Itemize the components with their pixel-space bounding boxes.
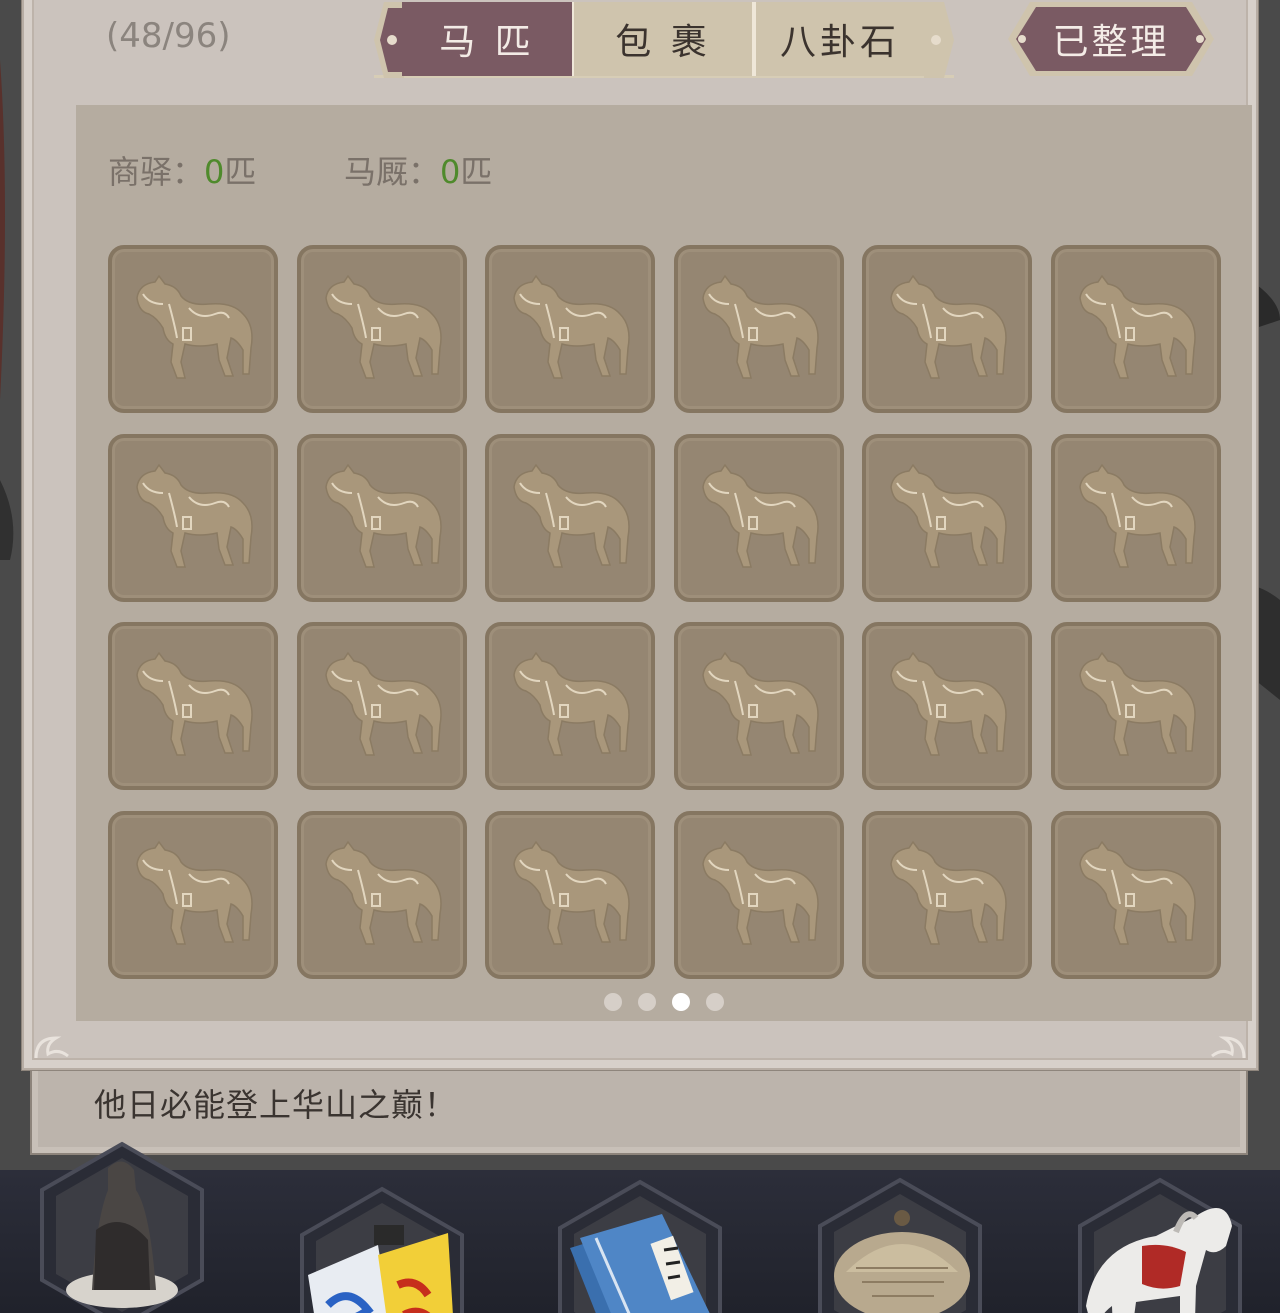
horse-silhouette-icon — [324, 840, 442, 945]
stat-post-station: 商驿：0匹 — [108, 147, 256, 193]
horse-silhouette-icon — [513, 840, 630, 945]
tab-bar-left-ornament — [374, 2, 404, 78]
inventory-slot[interactable] — [296, 622, 467, 790]
stat-stable: 马厩：0匹 — [344, 147, 492, 193]
inventory-slot[interactable] — [108, 810, 278, 979]
stat-stable-value: 0 — [440, 153, 461, 191]
inventory-slot[interactable] — [296, 433, 467, 602]
stat-post-station-value: 0 — [204, 153, 225, 191]
straw-hat-icon — [818, 1177, 982, 1313]
horse-silhouette-icon — [702, 840, 819, 945]
inventory-slot[interactable] — [1051, 622, 1221, 790]
horse-silhouette-icon — [1079, 651, 1196, 756]
horse-silhouette-icon — [1079, 274, 1196, 379]
horse-silhouette-icon — [136, 651, 253, 756]
tab-bagua-stone-label: 八卦石 — [779, 22, 900, 63]
inventory-slot[interactable] — [296, 245, 467, 413]
page-dot-2[interactable] — [638, 993, 656, 1011]
martial-books-icon — [558, 1179, 722, 1313]
nav-martial-books-button[interactable] — [556, 1178, 724, 1313]
horse-silhouette-icon — [1079, 463, 1196, 568]
inventory-slot[interactable] — [862, 622, 1033, 790]
inventory-slot[interactable] — [862, 433, 1033, 602]
tab-bagua-stone[interactable]: 八卦石 — [754, 2, 926, 76]
page-dot-3[interactable] — [672, 993, 690, 1011]
horse-silhouette-icon — [1079, 840, 1196, 945]
inventory-slot[interactable] — [862, 245, 1033, 413]
inventory-slot[interactable] — [673, 245, 844, 413]
inventory-slot[interactable] — [1051, 245, 1221, 413]
sort-button[interactable]: 已整理 — [1008, 2, 1214, 76]
inventory-slot[interactable] — [108, 245, 278, 413]
horse-silhouette-icon — [136, 840, 253, 945]
tab-bar-right-ornament — [924, 2, 954, 78]
horse-silhouette-icon — [890, 274, 1008, 379]
sort-button-label: 已整理 — [1052, 22, 1170, 63]
inventory-slot[interactable] — [296, 810, 467, 979]
inventory-slot[interactable] — [485, 433, 656, 602]
inventory-slot[interactable] — [673, 622, 844, 790]
horse-silhouette-icon — [890, 463, 1008, 568]
inventory-slot[interactable] — [108, 433, 278, 602]
inventory-grid-area: 商驿：0匹 马厩：0匹 — [76, 105, 1252, 1021]
page-dot-1[interactable] — [604, 993, 622, 1011]
nav-character-button[interactable] — [38, 1140, 206, 1313]
capacity-count: (48/96) — [106, 16, 231, 56]
stat-stable-unit: 匹 — [460, 153, 493, 191]
tab-package[interactable]: 包 裹 — [572, 2, 754, 76]
page-dot-4[interactable] — [706, 993, 724, 1011]
inventory-slot[interactable] — [673, 810, 844, 979]
tab-package-label: 包 裹 — [615, 22, 711, 63]
horse-silhouette-icon — [136, 463, 253, 568]
inventory-slot[interactable] — [108, 622, 278, 790]
inventory-slot[interactable] — [485, 810, 656, 979]
dialog-text: 他日必能登上华山之巅！ — [94, 1086, 458, 1124]
horse-silhouette-icon — [513, 463, 630, 568]
page-indicator — [76, 993, 1252, 1011]
nav-straw-hat-button[interactable] — [816, 1176, 984, 1313]
inventory-slot[interactable] — [673, 433, 844, 602]
horse-silhouette-icon — [136, 274, 253, 379]
white-horse-icon — [1078, 1177, 1242, 1313]
horse-silhouette-icon — [702, 651, 819, 756]
inventory-slot[interactable] — [485, 245, 656, 413]
stat-stable-label: 马厩： — [344, 153, 441, 191]
character-portrait-icon — [40, 1141, 204, 1313]
horse-silhouette-icon — [513, 274, 630, 379]
horse-silhouette-icon — [702, 463, 819, 568]
tab-horses-label: 马 匹 — [439, 22, 535, 63]
horse-silhouette-icon — [702, 274, 819, 379]
tab-horses[interactable]: 马 匹 — [402, 2, 572, 76]
nav-flags-button[interactable] — [298, 1185, 466, 1313]
flags-icon — [300, 1186, 464, 1313]
inventory-slot[interactable] — [862, 810, 1033, 979]
horse-silhouette-icon — [324, 651, 442, 756]
inventory-panel: (48/96) 马 匹 包 裹 八卦石 已整理 商驿：0匹 马厩：0匹 — [22, 0, 1258, 1070]
horse-silhouette-icon — [890, 651, 1008, 756]
inventory-slot[interactable] — [1051, 810, 1221, 979]
inventory-slot[interactable] — [1051, 433, 1221, 602]
tab-bar: 马 匹 包 裹 八卦石 — [374, 2, 954, 78]
corner-ornament-bottom-left — [34, 1036, 69, 1059]
corner-ornament-bottom-right — [1211, 1036, 1246, 1059]
horse-silhouette-icon — [324, 274, 442, 379]
horse-silhouette-icon — [513, 651, 630, 756]
inventory-slot[interactable] — [485, 622, 656, 790]
nav-white-horse-button[interactable] — [1076, 1176, 1244, 1313]
stat-post-station-unit: 匹 — [224, 153, 257, 191]
horse-silhouette-icon — [890, 840, 1008, 945]
stat-post-station-label: 商驿： — [108, 153, 205, 191]
horse-silhouette-icon — [324, 463, 442, 568]
